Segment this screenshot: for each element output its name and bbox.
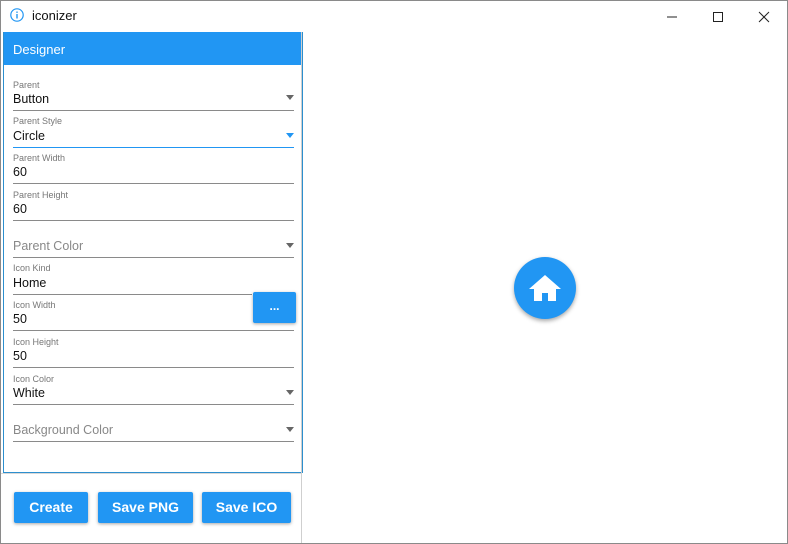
parent-width-underline [13, 183, 294, 184]
title-bar: iconizer [1, 1, 787, 32]
icon-kind-value: Home [13, 276, 47, 290]
parent-width-value: 60 [13, 165, 27, 179]
parent-height-field[interactable]: Parent Height 60 [13, 190, 294, 222]
icon-height-value: 50 [13, 349, 27, 363]
icon-preview [514, 257, 576, 319]
icon-width-underline [13, 330, 294, 331]
designer-panel: Designer Parent Button Parent Style Circ… [3, 32, 303, 473]
icon-width-field[interactable]: Icon Width 50 [13, 300, 294, 332]
parent-style-value: Circle [13, 129, 45, 143]
parent-select[interactable]: Parent Button [13, 79, 294, 111]
parent-color-select[interactable]: Parent Color [13, 229, 294, 261]
icon-color-underline [13, 404, 294, 405]
create-button[interactable]: Create [14, 492, 88, 523]
parent-underline [13, 110, 294, 111]
parent-style-select[interactable]: Parent Style Circle [13, 116, 294, 148]
icon-color-select[interactable]: Icon Color White [13, 374, 294, 406]
maximize-button[interactable] [695, 1, 741, 32]
parent-style-label: Parent Style [13, 116, 63, 126]
icon-color-value: White [13, 386, 45, 400]
designer-title: Designer [13, 42, 66, 57]
save-ico-button[interactable]: Save ICO [202, 492, 291, 523]
close-icon [758, 11, 770, 23]
parent-width-label: Parent Width [13, 153, 66, 163]
icon-width-label: Icon Width [13, 300, 56, 310]
icon-height-field[interactable]: Icon Height 50 [13, 337, 294, 369]
parent-height-label: Parent Height [13, 190, 69, 200]
maximize-icon [713, 12, 723, 22]
chevron-down-icon [286, 95, 294, 100]
chevron-down-icon [286, 133, 294, 138]
chevron-down-icon [286, 390, 294, 395]
background-color-underline [13, 441, 294, 442]
parent-height-value: 60 [13, 202, 27, 216]
save-png-button[interactable]: Save PNG [98, 492, 193, 523]
preview-divider [301, 32, 302, 543]
background-color-select[interactable]: Background Color [13, 413, 294, 445]
parent-color-underline [13, 257, 294, 258]
minimize-icon [667, 16, 677, 18]
parent-value: Button [13, 92, 50, 106]
icon-width-value: 50 [13, 312, 27, 326]
designer-header: Designer [4, 32, 302, 65]
chevron-down-icon [286, 243, 294, 248]
app-window: iconizer Designer Parent Button Parent S… [0, 0, 788, 544]
icon-kind-underline [13, 294, 252, 295]
background-color-placeholder: Background Color [13, 423, 114, 437]
icon-kind-label: Icon Kind [13, 263, 51, 273]
icon-kind-field[interactable]: Icon Kind Home [13, 263, 253, 295]
parent-label: Parent [13, 80, 40, 90]
chevron-down-icon [286, 427, 294, 432]
home-icon [529, 275, 561, 301]
minimize-button[interactable] [649, 1, 695, 32]
icon-height-underline [13, 367, 294, 368]
icon-height-label: Icon Height [13, 337, 59, 347]
parent-style-underline [13, 147, 294, 148]
parent-height-underline [13, 220, 294, 221]
panel-divider [1, 473, 301, 474]
close-button[interactable] [741, 1, 787, 32]
parent-color-placeholder: Parent Color [13, 239, 84, 253]
parent-width-field[interactable]: Parent Width 60 [13, 153, 294, 185]
info-icon [10, 8, 24, 22]
icon-color-label: Icon Color [13, 374, 55, 384]
window-title: iconizer [32, 8, 77, 23]
